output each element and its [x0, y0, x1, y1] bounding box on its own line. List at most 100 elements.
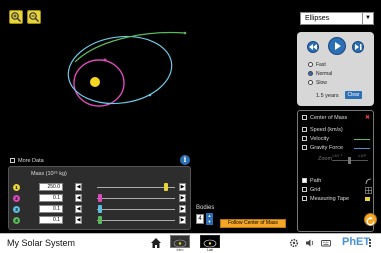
clear-button[interactable]: Clear — [345, 91, 362, 99]
body-2-mass-slider[interactable] — [97, 198, 175, 199]
play-button[interactable] — [328, 37, 346, 55]
checkbox-icon — [302, 127, 307, 133]
body-4-slider-thumb[interactable] — [98, 216, 102, 224]
mass-row-body-1: 1 250.0 ◀ ▶ — [9, 183, 192, 193]
measuring-tape-checkbox[interactable]: Measuring Tape — [302, 196, 349, 203]
body-3-decrease-button[interactable]: ◀ — [75, 205, 82, 213]
sound-icon[interactable] — [305, 238, 315, 248]
body-4-badge: 4 — [13, 217, 20, 224]
grid-checkbox[interactable]: Grid — [302, 187, 320, 194]
home-icon[interactable] — [150, 237, 162, 249]
checkbox-icon — [302, 178, 307, 184]
settings-icon[interactable] — [289, 238, 299, 248]
center-of-mass-icon: ✖ — [365, 115, 371, 121]
screen-2-thumbnail[interactable] — [200, 235, 220, 248]
mass-row-body-3: 3 0.1 ◀ ▶ — [9, 205, 192, 215]
center-of-mass-checkbox[interactable]: Center of Mass — [302, 115, 347, 122]
speed-normal-label: Normal — [316, 71, 333, 77]
sim-area: Ellipses ▼ Fast Normal Slow 1.5 years Cl… — [0, 0, 381, 233]
mass-row-body-2: 2 0.1 ◀ ▶ — [9, 194, 192, 204]
app-title: My Solar System — [7, 238, 76, 248]
planet-green — [183, 31, 187, 35]
gravity-legend-line — [354, 148, 370, 149]
checkbox-icon — [302, 196, 307, 202]
checkbox-icon — [302, 187, 307, 193]
zoom-label: Zoom — [318, 156, 333, 162]
mass-title: Mass (10²⁶ kg) — [31, 171, 67, 177]
checkbox-icon — [10, 158, 15, 164]
bodies-count: 4 — [196, 214, 204, 224]
body-3-mass-input[interactable]: 0.1 — [39, 205, 63, 213]
grid-label: Grid — [310, 187, 321, 193]
velocity-checkbox[interactable]: Velocity — [302, 136, 329, 143]
chevron-right-icon: ▶ — [180, 217, 185, 223]
mass-row-body-4: 4 0.1 ◀ ▶ — [9, 216, 192, 226]
elapsed-time: 1.5 years — [316, 93, 339, 99]
checkbox-icon — [302, 145, 307, 151]
chevron-left-icon: ◀ — [76, 206, 81, 212]
body-1-decrease-button[interactable]: ◀ — [75, 183, 82, 191]
body-3-slider-thumb[interactable] — [98, 205, 102, 213]
body-1-slider-thumb[interactable] — [164, 183, 168, 191]
body-2-decrease-button[interactable]: ◀ — [75, 194, 82, 202]
phet-logo-text: PhET — [342, 236, 371, 248]
keyboard-icon[interactable] — [321, 238, 331, 248]
zoom-high-label: ×10² — [358, 153, 367, 158]
play-controls-panel: Fast Normal Slow 1.5 years Clear — [297, 32, 374, 106]
info-button[interactable]: i — [180, 155, 190, 165]
reset-icon — [366, 216, 375, 226]
phet-logo[interactable]: PhET — [342, 236, 370, 248]
speed-fast-label: Fast — [316, 62, 326, 68]
body-4-mass-input[interactable]: 0.1 — [39, 216, 63, 224]
body-3-mass-slider[interactable] — [97, 209, 175, 210]
planet-cyan — [148, 93, 152, 97]
velocity-legend-line — [354, 139, 370, 140]
body-2-mass-input[interactable]: 0.1 — [39, 194, 63, 202]
chevron-right-icon: ▶ — [180, 206, 185, 212]
bodies-label: Bodies — [196, 205, 215, 211]
screen-1-label: Intro — [176, 248, 184, 252]
speed-slow-radio[interactable]: Slow — [308, 80, 327, 86]
follow-center-of-mass-button[interactable]: Follow Center of Mass — [220, 219, 286, 228]
chevron-left-icon: ◀ — [76, 195, 81, 201]
checkbox-icon — [302, 136, 307, 142]
measuring-tape-label: Measuring Tape — [310, 196, 350, 202]
center-of-mass-label: Center of Mass — [310, 115, 348, 121]
speed-slow-label: Slow — [316, 80, 327, 86]
body-1-increase-button[interactable]: ▶ — [179, 183, 186, 191]
more-data-label: More Data — [18, 158, 44, 164]
more-data-checkbox[interactable]: More Data — [10, 158, 44, 164]
zoom-low-label: ×10⁻² — [332, 153, 343, 158]
options-panel: Center of Mass ✖ Speed (km/s) Velocity G… — [297, 110, 374, 232]
menu-icon[interactable] — [367, 238, 373, 248]
speed-fast-radio[interactable]: Fast — [308, 62, 326, 68]
body-4-decrease-button[interactable]: ◀ — [75, 216, 82, 224]
speed-checkbox[interactable]: Speed (km/s) — [302, 127, 343, 134]
navigation-bar: My Solar System Intro Lab PhET — [0, 233, 381, 253]
screen-2-label: Lab — [207, 248, 213, 252]
force-zoom-thumb[interactable] — [348, 157, 351, 164]
rewind-button[interactable] — [307, 41, 319, 53]
body-2-slider-thumb[interactable] — [98, 194, 102, 202]
screen-1-thumbnail[interactable] — [170, 235, 190, 248]
reset-all-button[interactable] — [364, 213, 377, 226]
body-4-mass-slider[interactable] — [97, 220, 175, 221]
gravity-force-checkbox[interactable]: Gravity Force — [302, 145, 343, 152]
body-2-increase-button[interactable]: ▶ — [179, 194, 186, 202]
velocity-label: Velocity — [310, 136, 329, 142]
chevron-left-icon: ◀ — [76, 217, 81, 223]
info-icon: i — [183, 155, 187, 164]
step-forward-button[interactable] — [352, 41, 364, 53]
chevron-right-icon: ▶ — [180, 184, 185, 190]
body-3-increase-button[interactable]: ▶ — [179, 205, 186, 213]
step-forward-icon — [355, 44, 362, 50]
body-1-mass-input[interactable]: 250.0 — [39, 183, 63, 191]
preset-dropdown[interactable]: Ellipses ▼ — [300, 12, 374, 25]
bodies-spinner[interactable]: ▲ ▼ — [206, 213, 213, 225]
body-4-increase-button[interactable]: ▶ — [179, 216, 186, 224]
chevron-down-icon: ▼ — [362, 13, 373, 24]
path-checkbox[interactable]: Path — [302, 178, 321, 185]
speed-normal-radio[interactable]: Normal — [308, 71, 332, 77]
orbit-canvas — [67, 31, 187, 107]
gravity-force-label: Gravity Force — [310, 145, 344, 151]
